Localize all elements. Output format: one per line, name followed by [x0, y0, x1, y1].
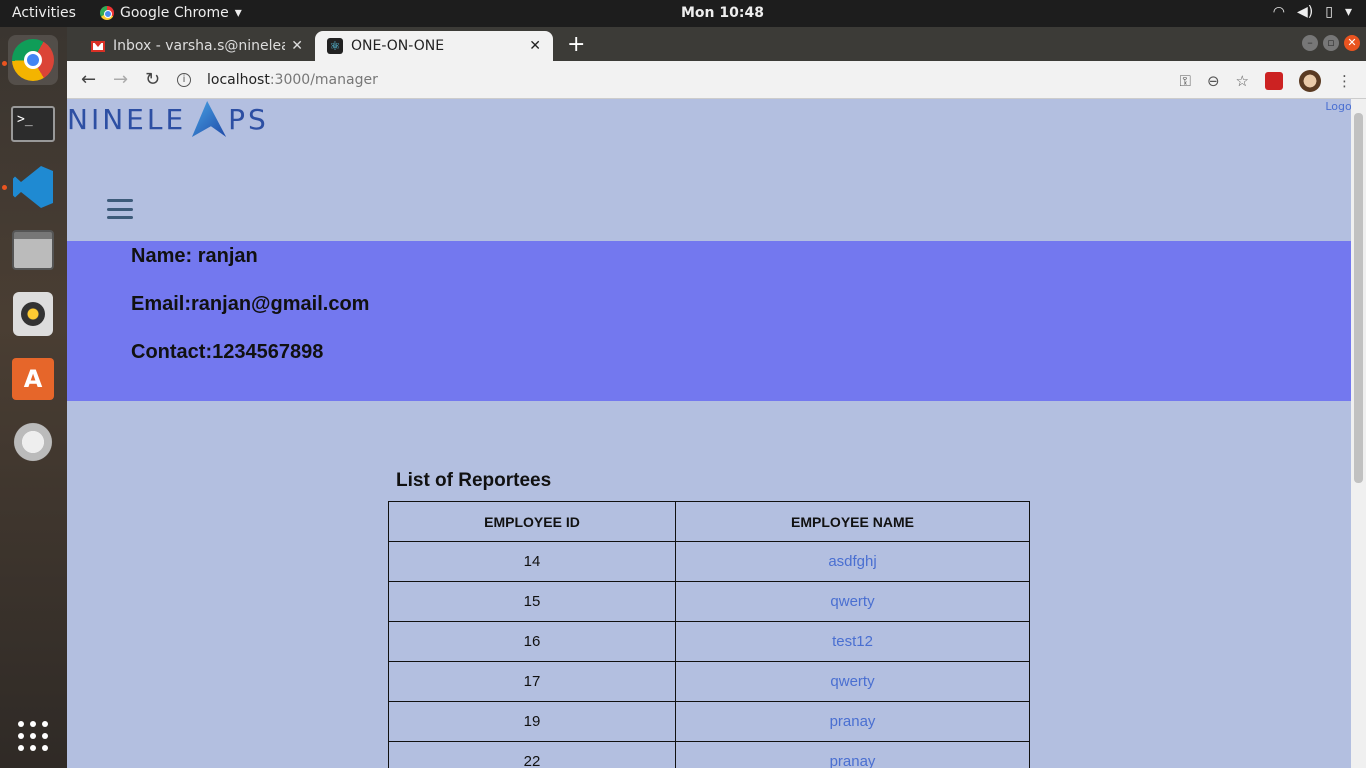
toolbar-icons: ⚿ ⊖ ☆ ⋮ — [1180, 70, 1352, 92]
employee-id: 15 — [388, 581, 676, 622]
reload-icon[interactable]: ↻ — [145, 69, 160, 90]
column-header-employee-name: EMPLOYEE NAME — [675, 501, 1030, 542]
key-icon[interactable]: ⚿ — [1180, 72, 1191, 90]
app-menu[interactable]: Google Chrome ▾ — [100, 5, 242, 21]
reportees-title: List of Reportees — [396, 470, 552, 491]
tab-one-on-one[interactable]: ⚛ ONE-ON-ONE ✕ — [315, 31, 553, 61]
activities-button[interactable]: Activities — [12, 5, 76, 21]
employee-name-link[interactable]: asdfghj — [675, 541, 1030, 582]
rhythmbox-icon — [13, 292, 53, 336]
tab-close-icon[interactable]: ✕ — [291, 38, 303, 54]
dock-terminal[interactable]: >_ — [8, 99, 58, 149]
chrome-icon — [12, 39, 54, 81]
settings-icon — [11, 420, 55, 464]
tab-title: Inbox - varsha.s@ninelea — [113, 38, 286, 54]
profile-contact: Contact:1234567898 — [131, 341, 324, 363]
logout-link[interactable]: Logout — [1325, 100, 1351, 113]
battery-icon: ▯ — [1325, 4, 1333, 20]
employee-id: 17 — [388, 661, 676, 702]
software-center-icon: A — [12, 358, 54, 400]
show-applications-button[interactable] — [8, 711, 58, 761]
files-icon — [12, 230, 54, 270]
dock: >_ A — [0, 27, 67, 768]
clock[interactable]: Mon 10:48 — [681, 5, 764, 21]
terminal-icon: >_ — [11, 106, 55, 142]
employee-name-link[interactable]: qwerty — [675, 581, 1030, 622]
vscode-icon — [13, 166, 53, 208]
star-icon[interactable]: ☆ — [1236, 72, 1249, 90]
wifi-icon: ◠ — [1272, 4, 1286, 20]
system-top-bar: Activities Google Chrome ▾ Mon 10:48 ◠ ◀… — [0, 0, 1366, 27]
browser-toolbar: ← → ↻ i localhost:3000/manager ⚿ ⊖ ☆ ⋮ — [67, 61, 1366, 99]
window-controls: – ▫ ✕ — [1302, 35, 1360, 51]
system-tray[interactable]: ◠ ◀) ▯ ▾ — [1273, 4, 1352, 20]
menu-kebab-icon[interactable]: ⋮ — [1337, 72, 1352, 90]
profile-banner: Name: ranjan Email:ranjan@gmail.com Cont… — [67, 241, 1351, 401]
dock-rhythmbox[interactable] — [8, 289, 58, 339]
info-icon[interactable]: i — [177, 73, 191, 87]
employee-id: 22 — [388, 741, 676, 768]
back-arrow-icon[interactable]: ← — [81, 69, 96, 90]
logo-wing-icon — [191, 101, 227, 137]
tab-strip: Inbox - varsha.s@ninelea ✕ ⚛ ONE-ON-ONE … — [67, 27, 1366, 61]
column-header-employee-id: EMPLOYEE ID — [388, 501, 676, 542]
logo-text-left: NINELE — [67, 102, 187, 136]
running-indicator — [2, 61, 7, 66]
volume-icon: ◀) — [1297, 4, 1314, 20]
employee-name-link[interactable]: pranay — [675, 701, 1030, 742]
employee-name-link[interactable]: qwerty — [675, 661, 1030, 702]
zoom-icon[interactable]: ⊖ — [1207, 72, 1220, 90]
profile-avatar[interactable] — [1299, 70, 1321, 92]
page-scrollbar[interactable] — [1351, 99, 1366, 768]
react-icon: ⚛ — [327, 38, 343, 54]
employee-id: 14 — [388, 541, 676, 582]
dock-settings[interactable] — [8, 417, 58, 467]
url-path: :3000/manager — [269, 72, 378, 88]
tab-inbox[interactable]: Inbox - varsha.s@ninelea ✕ — [79, 31, 315, 61]
tab-title: ONE-ON-ONE — [351, 38, 445, 54]
hamburger-menu-icon[interactable] — [107, 199, 133, 219]
table-row: 15 qwerty — [388, 581, 1030, 622]
employee-id: 19 — [388, 701, 676, 742]
chrome-icon — [100, 6, 114, 20]
extension-icon[interactable] — [1265, 72, 1283, 90]
nineleaps-logo: NINELE PS — [67, 99, 269, 139]
tab-close-icon[interactable]: ✕ — [529, 38, 541, 54]
table-row: 22 pranay — [388, 741, 1030, 768]
table-row: 14 asdfghj — [388, 541, 1030, 582]
table-row: 17 qwerty — [388, 661, 1030, 702]
address-bar[interactable]: i localhost:3000/manager — [177, 66, 1177, 94]
reportees-table: EMPLOYEE ID EMPLOYEE NAME 14 asdfghj 15 … — [388, 501, 1030, 768]
gmail-icon — [91, 40, 105, 52]
table-row: 19 pranay — [388, 701, 1030, 742]
running-indicator — [2, 185, 7, 190]
dock-files[interactable] — [8, 225, 58, 275]
dock-software[interactable]: A — [8, 354, 58, 404]
employee-name-link[interactable]: pranay — [675, 741, 1030, 768]
browser-window: Inbox - varsha.s@ninelea ✕ ⚛ ONE-ON-ONE … — [67, 27, 1366, 768]
dock-chrome[interactable] — [8, 35, 58, 85]
apps-grid-icon — [18, 721, 48, 751]
chevron-down-icon: ▾ — [234, 5, 242, 21]
scrollbar-thumb[interactable] — [1354, 113, 1363, 483]
table-row: 16 test12 — [388, 621, 1030, 662]
close-window-button[interactable]: ✕ — [1344, 35, 1360, 51]
minimize-button[interactable]: – — [1302, 35, 1318, 51]
url-host: localhost — [207, 72, 270, 88]
table-header-row: EMPLOYEE ID EMPLOYEE NAME — [388, 501, 1030, 542]
profile-name: Name: ranjan — [131, 245, 258, 267]
new-tab-button[interactable]: + — [567, 32, 585, 57]
logo-text-right: PS — [228, 102, 269, 136]
employee-name-link[interactable]: test12 — [675, 621, 1030, 662]
dock-vscode[interactable] — [8, 162, 58, 212]
profile-email: Email:ranjan@gmail.com — [131, 293, 370, 315]
app-menu-label: Google Chrome — [120, 5, 229, 21]
chevron-down-icon: ▾ — [1344, 4, 1352, 20]
maximize-button[interactable]: ▫ — [1323, 35, 1339, 51]
forward-arrow-icon[interactable]: → — [113, 69, 128, 90]
page-viewport: Logout NINELE PS Name: ranjan Email:ranj… — [67, 99, 1351, 768]
employee-id: 16 — [388, 621, 676, 662]
